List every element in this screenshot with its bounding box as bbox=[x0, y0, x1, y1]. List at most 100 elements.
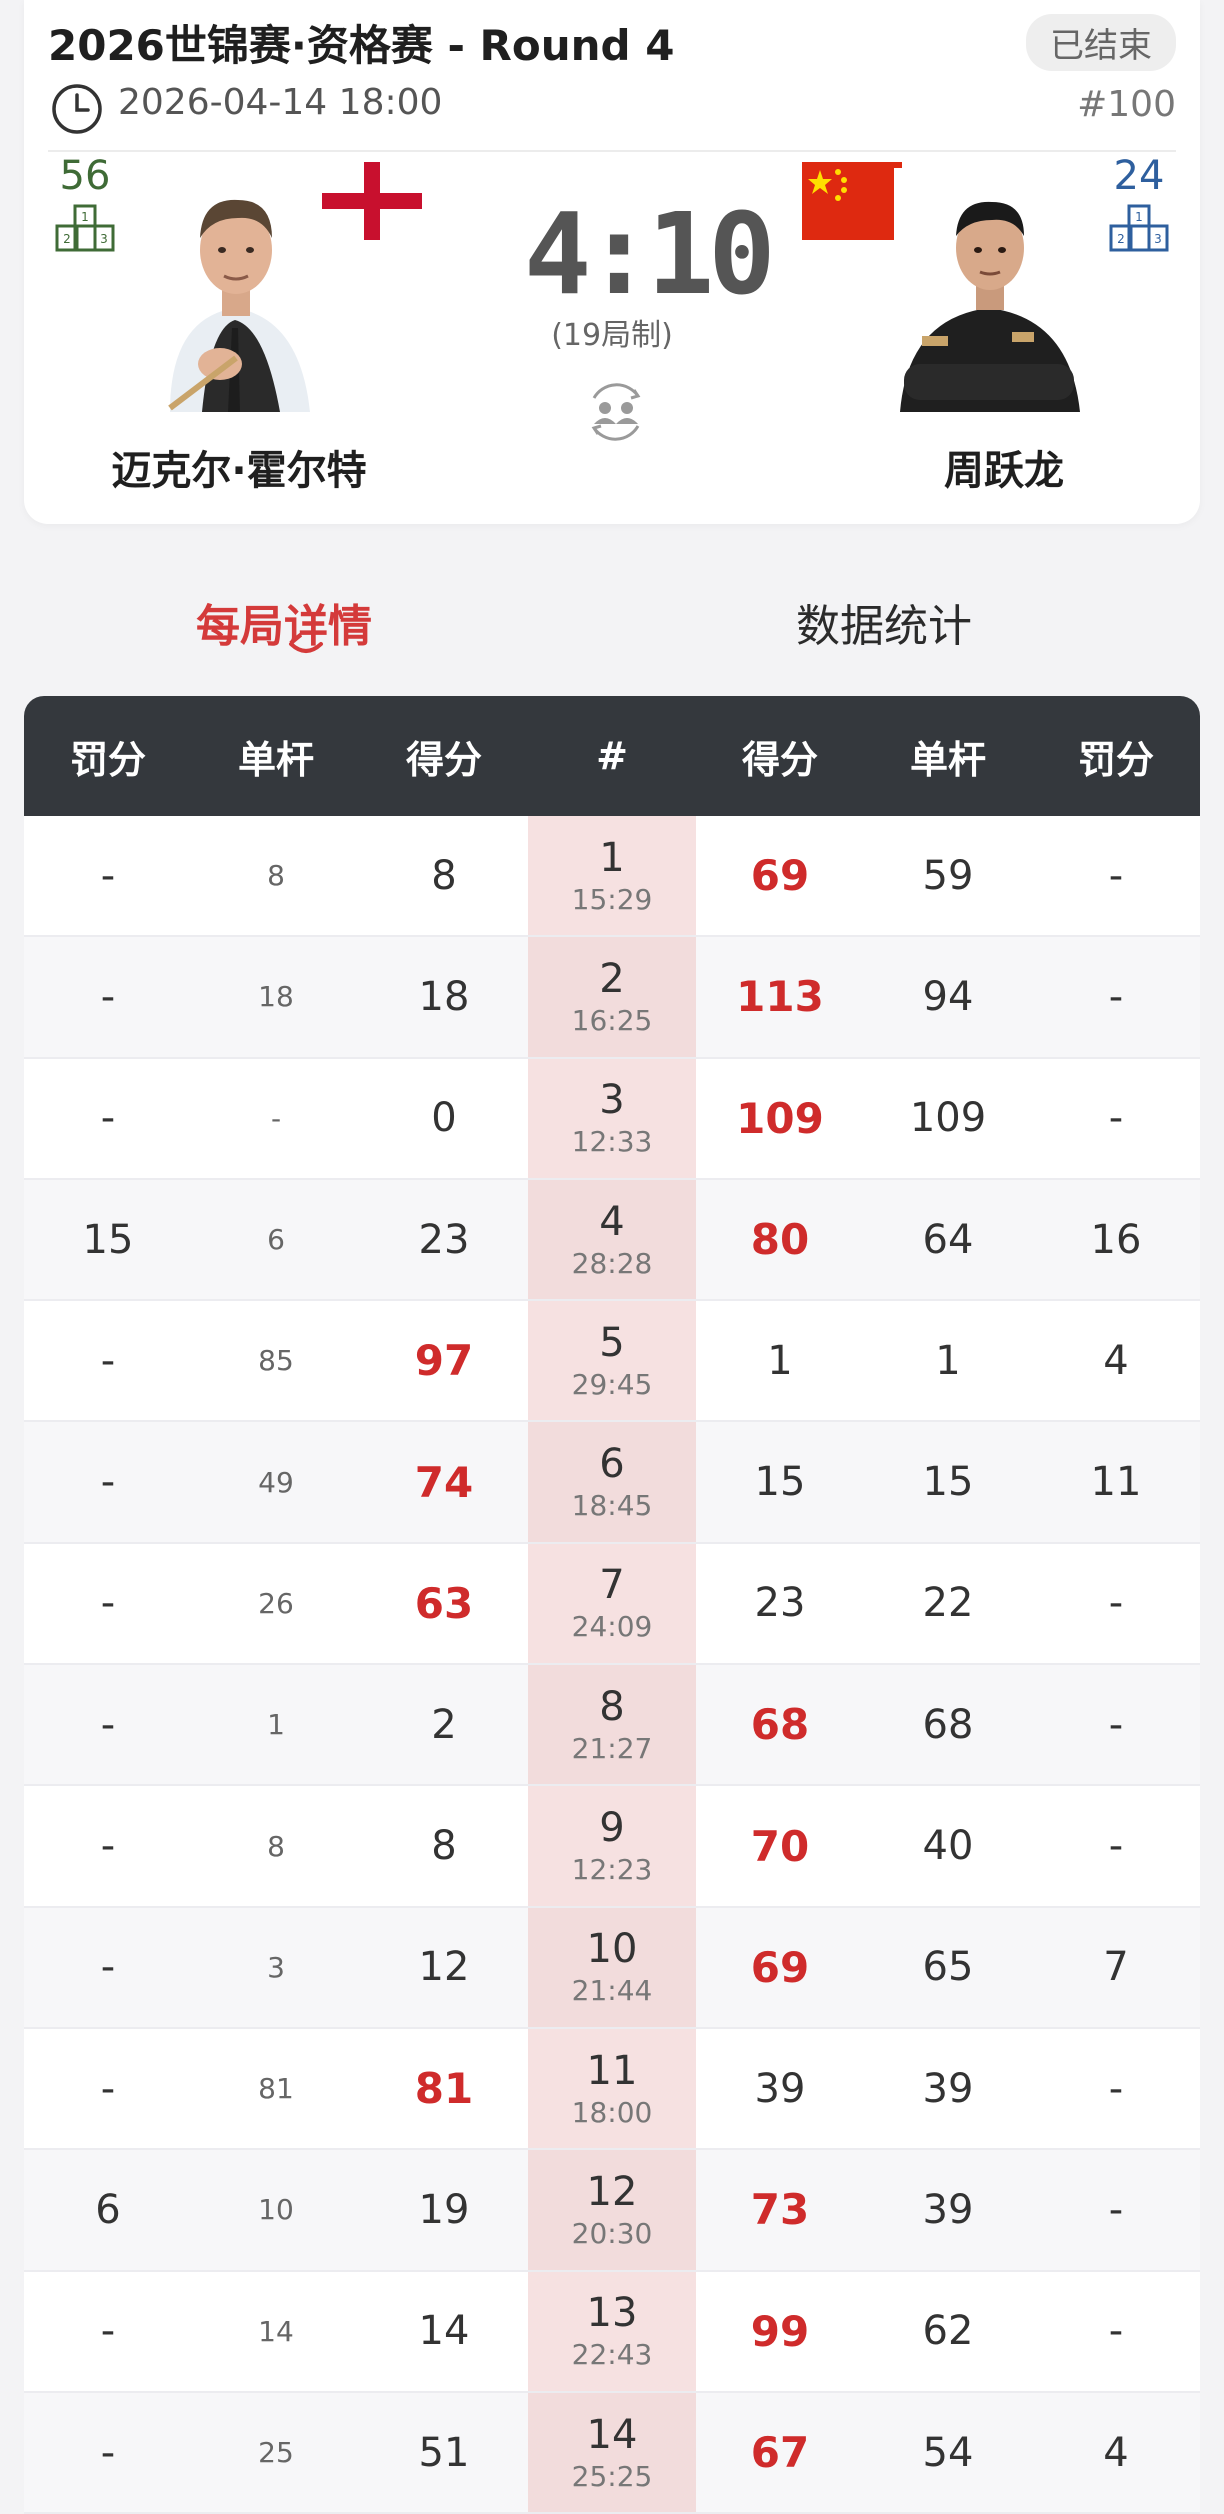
left-player-name[interactable]: 迈克尔·霍尔特 bbox=[84, 438, 394, 496]
right-score-cell: 99 bbox=[750, 2306, 810, 2356]
table-row: - - 0 3 12:33 109 109 - bbox=[24, 1058, 1200, 1180]
left-foul-cell: 6 bbox=[95, 2186, 121, 2233]
match-score: 4:10 bbox=[524, 190, 776, 320]
right-foul-cell: - bbox=[1108, 1823, 1124, 1870]
frame-number: 7 bbox=[599, 1562, 625, 1609]
china-flag-icon bbox=[802, 162, 902, 240]
left-rank-number: 56 bbox=[59, 153, 111, 199]
left-score-cell: 12 bbox=[418, 1944, 470, 1991]
table-row: - 8 8 9 12:23 70 40 - bbox=[24, 1786, 1200, 1908]
left-foul-cell: - bbox=[100, 1459, 116, 1506]
left-score-cell: 0 bbox=[431, 1095, 457, 1142]
left-player-photo[interactable] bbox=[140, 168, 330, 412]
right-break-cell: 22 bbox=[922, 1580, 974, 1627]
frame-cell: 3 12:33 bbox=[528, 1058, 696, 1178]
right-foul-cell: - bbox=[1108, 1701, 1124, 1748]
frame-duration: 16:25 bbox=[571, 1003, 653, 1037]
clock-icon bbox=[52, 84, 102, 134]
frame-cell: 7 24:09 bbox=[528, 1543, 696, 1664]
left-foul-cell: - bbox=[100, 1823, 116, 1870]
right-score-cell: 69 bbox=[750, 1942, 810, 1992]
tab-frame-details[interactable]: 每局详情 bbox=[196, 590, 372, 654]
match-number: #100 bbox=[1077, 84, 1176, 125]
right-score-cell: 23 bbox=[754, 1580, 806, 1627]
left-score-cell: 63 bbox=[414, 1578, 474, 1628]
frame-duration: 15:29 bbox=[571, 882, 653, 916]
frame-cell: 6 18:45 bbox=[528, 1422, 696, 1542]
right-break-cell: 68 bbox=[922, 1701, 974, 1748]
match-format: (19局制) bbox=[551, 318, 673, 353]
left-score-cell: 8 bbox=[431, 1823, 457, 1870]
frame-cell: 12 20:30 bbox=[528, 2150, 696, 2270]
head-to-head-icon[interactable] bbox=[580, 376, 652, 448]
divider bbox=[48, 150, 1176, 152]
frame-number: 3 bbox=[599, 1077, 625, 1124]
left-break-cell: 25 bbox=[258, 2436, 294, 2469]
table-body: -8 8 1 15:29 69 59- -18 18 2 16:25 113 94- - -0 3 12:33… bbox=[24, 816, 1200, 2514]
left-foul-cell: - bbox=[100, 1580, 116, 1627]
right-rank-number: 24 bbox=[1113, 153, 1165, 199]
frame-duration: 18:45 bbox=[571, 1489, 653, 1523]
frame-duration: 18:00 bbox=[571, 2095, 653, 2129]
left-score-cell: 19 bbox=[418, 2186, 470, 2233]
frame-cell: 1 15:29 bbox=[528, 816, 696, 936]
status-badge: 已结束 bbox=[1026, 14, 1176, 71]
right-score-cell: 109 bbox=[736, 1093, 824, 1143]
right-break-cell: 109 bbox=[909, 1095, 987, 1142]
right-foul-cell: - bbox=[1108, 2186, 1124, 2233]
frame-duration: 12:23 bbox=[571, 1853, 653, 1887]
table-row: - 3 12 10 21:44 69 65 7 bbox=[24, 1907, 1200, 2029]
tab-statistics[interactable]: 数据统计 bbox=[796, 590, 972, 654]
right-foul-cell: - bbox=[1108, 2308, 1124, 2355]
left-break-cell: 49 bbox=[258, 1465, 294, 1499]
left-foul-cell: - bbox=[100, 2065, 116, 2112]
left-break-cell: 8 bbox=[267, 1829, 285, 1863]
table-row: - 18 18 2 16:25 113 94 - bbox=[24, 937, 1200, 1059]
frame-duration: 25:25 bbox=[571, 2459, 653, 2493]
left-score-cell: 51 bbox=[418, 2429, 470, 2476]
right-break-cell: 62 bbox=[922, 2308, 974, 2355]
frame-cell: 5 29:45 bbox=[528, 1301, 696, 1421]
frame-cell: 4 28:28 bbox=[528, 1179, 696, 1300]
left-player-rank: 56 1 2 3 bbox=[50, 154, 120, 254]
right-player-photo[interactable] bbox=[894, 168, 1084, 412]
right-score-cell: 39 bbox=[754, 2065, 806, 2112]
frame-duration: 29:45 bbox=[571, 1367, 653, 1401]
table-row: - 81 81 11 18:00 39 39 - bbox=[24, 2028, 1200, 2151]
left-foul-cell: - bbox=[100, 1701, 116, 1748]
match-datetime: 2026-04-14 18:00 bbox=[118, 82, 443, 123]
right-break-cell: 1 bbox=[935, 1337, 961, 1384]
left-score-cell: 14 bbox=[418, 2308, 470, 2355]
left-break-cell: 14 bbox=[258, 2314, 294, 2348]
frame-duration: 21:27 bbox=[571, 1731, 653, 1765]
frame-duration: 21:44 bbox=[571, 1974, 653, 2008]
left-score-cell: 97 bbox=[414, 1336, 474, 1386]
frame-number: 12 bbox=[586, 2168, 638, 2215]
right-foul-cell: 7 bbox=[1103, 1944, 1129, 1991]
left-score-cell: 18 bbox=[418, 973, 470, 1020]
left-foul-cell: - bbox=[100, 2308, 116, 2355]
right-foul-cell: 16 bbox=[1090, 1216, 1142, 1263]
right-break-cell: 39 bbox=[922, 2065, 974, 2112]
frame-duration: 28:28 bbox=[571, 1246, 653, 1280]
match-title: 2026世锦赛·资格赛 - Round 4 bbox=[48, 21, 675, 70]
england-flag-icon bbox=[322, 162, 422, 240]
left-break-cell: 3 bbox=[267, 1950, 285, 1984]
left-break-cell: 1 bbox=[267, 1708, 285, 1742]
left-foul-cell: - bbox=[100, 973, 116, 1020]
left-foul-cell: - bbox=[100, 2429, 116, 2476]
right-player-name[interactable]: 周跃龙 bbox=[884, 438, 1124, 496]
table-row: - 1 2 8 21:27 68 68 - bbox=[24, 1665, 1200, 1787]
frame-number: 5 bbox=[599, 1319, 625, 1366]
frame-cell: 11 18:00 bbox=[528, 2028, 696, 2149]
header-left-score: 得分 bbox=[405, 737, 482, 782]
svg-text:1: 1 bbox=[1135, 210, 1143, 224]
right-foul-cell: 11 bbox=[1090, 1459, 1142, 1506]
right-foul-cell: 4 bbox=[1103, 1337, 1129, 1384]
frame-cell: 10 21:44 bbox=[528, 1907, 696, 2027]
svg-text:3: 3 bbox=[100, 232, 108, 246]
frame-number: 4 bbox=[599, 1198, 625, 1245]
frame-duration: 20:30 bbox=[571, 2216, 653, 2250]
table-row: 6 10 19 12 20:30 73 39 - bbox=[24, 2150, 1200, 2272]
left-score-cell: 23 bbox=[418, 1216, 470, 1263]
